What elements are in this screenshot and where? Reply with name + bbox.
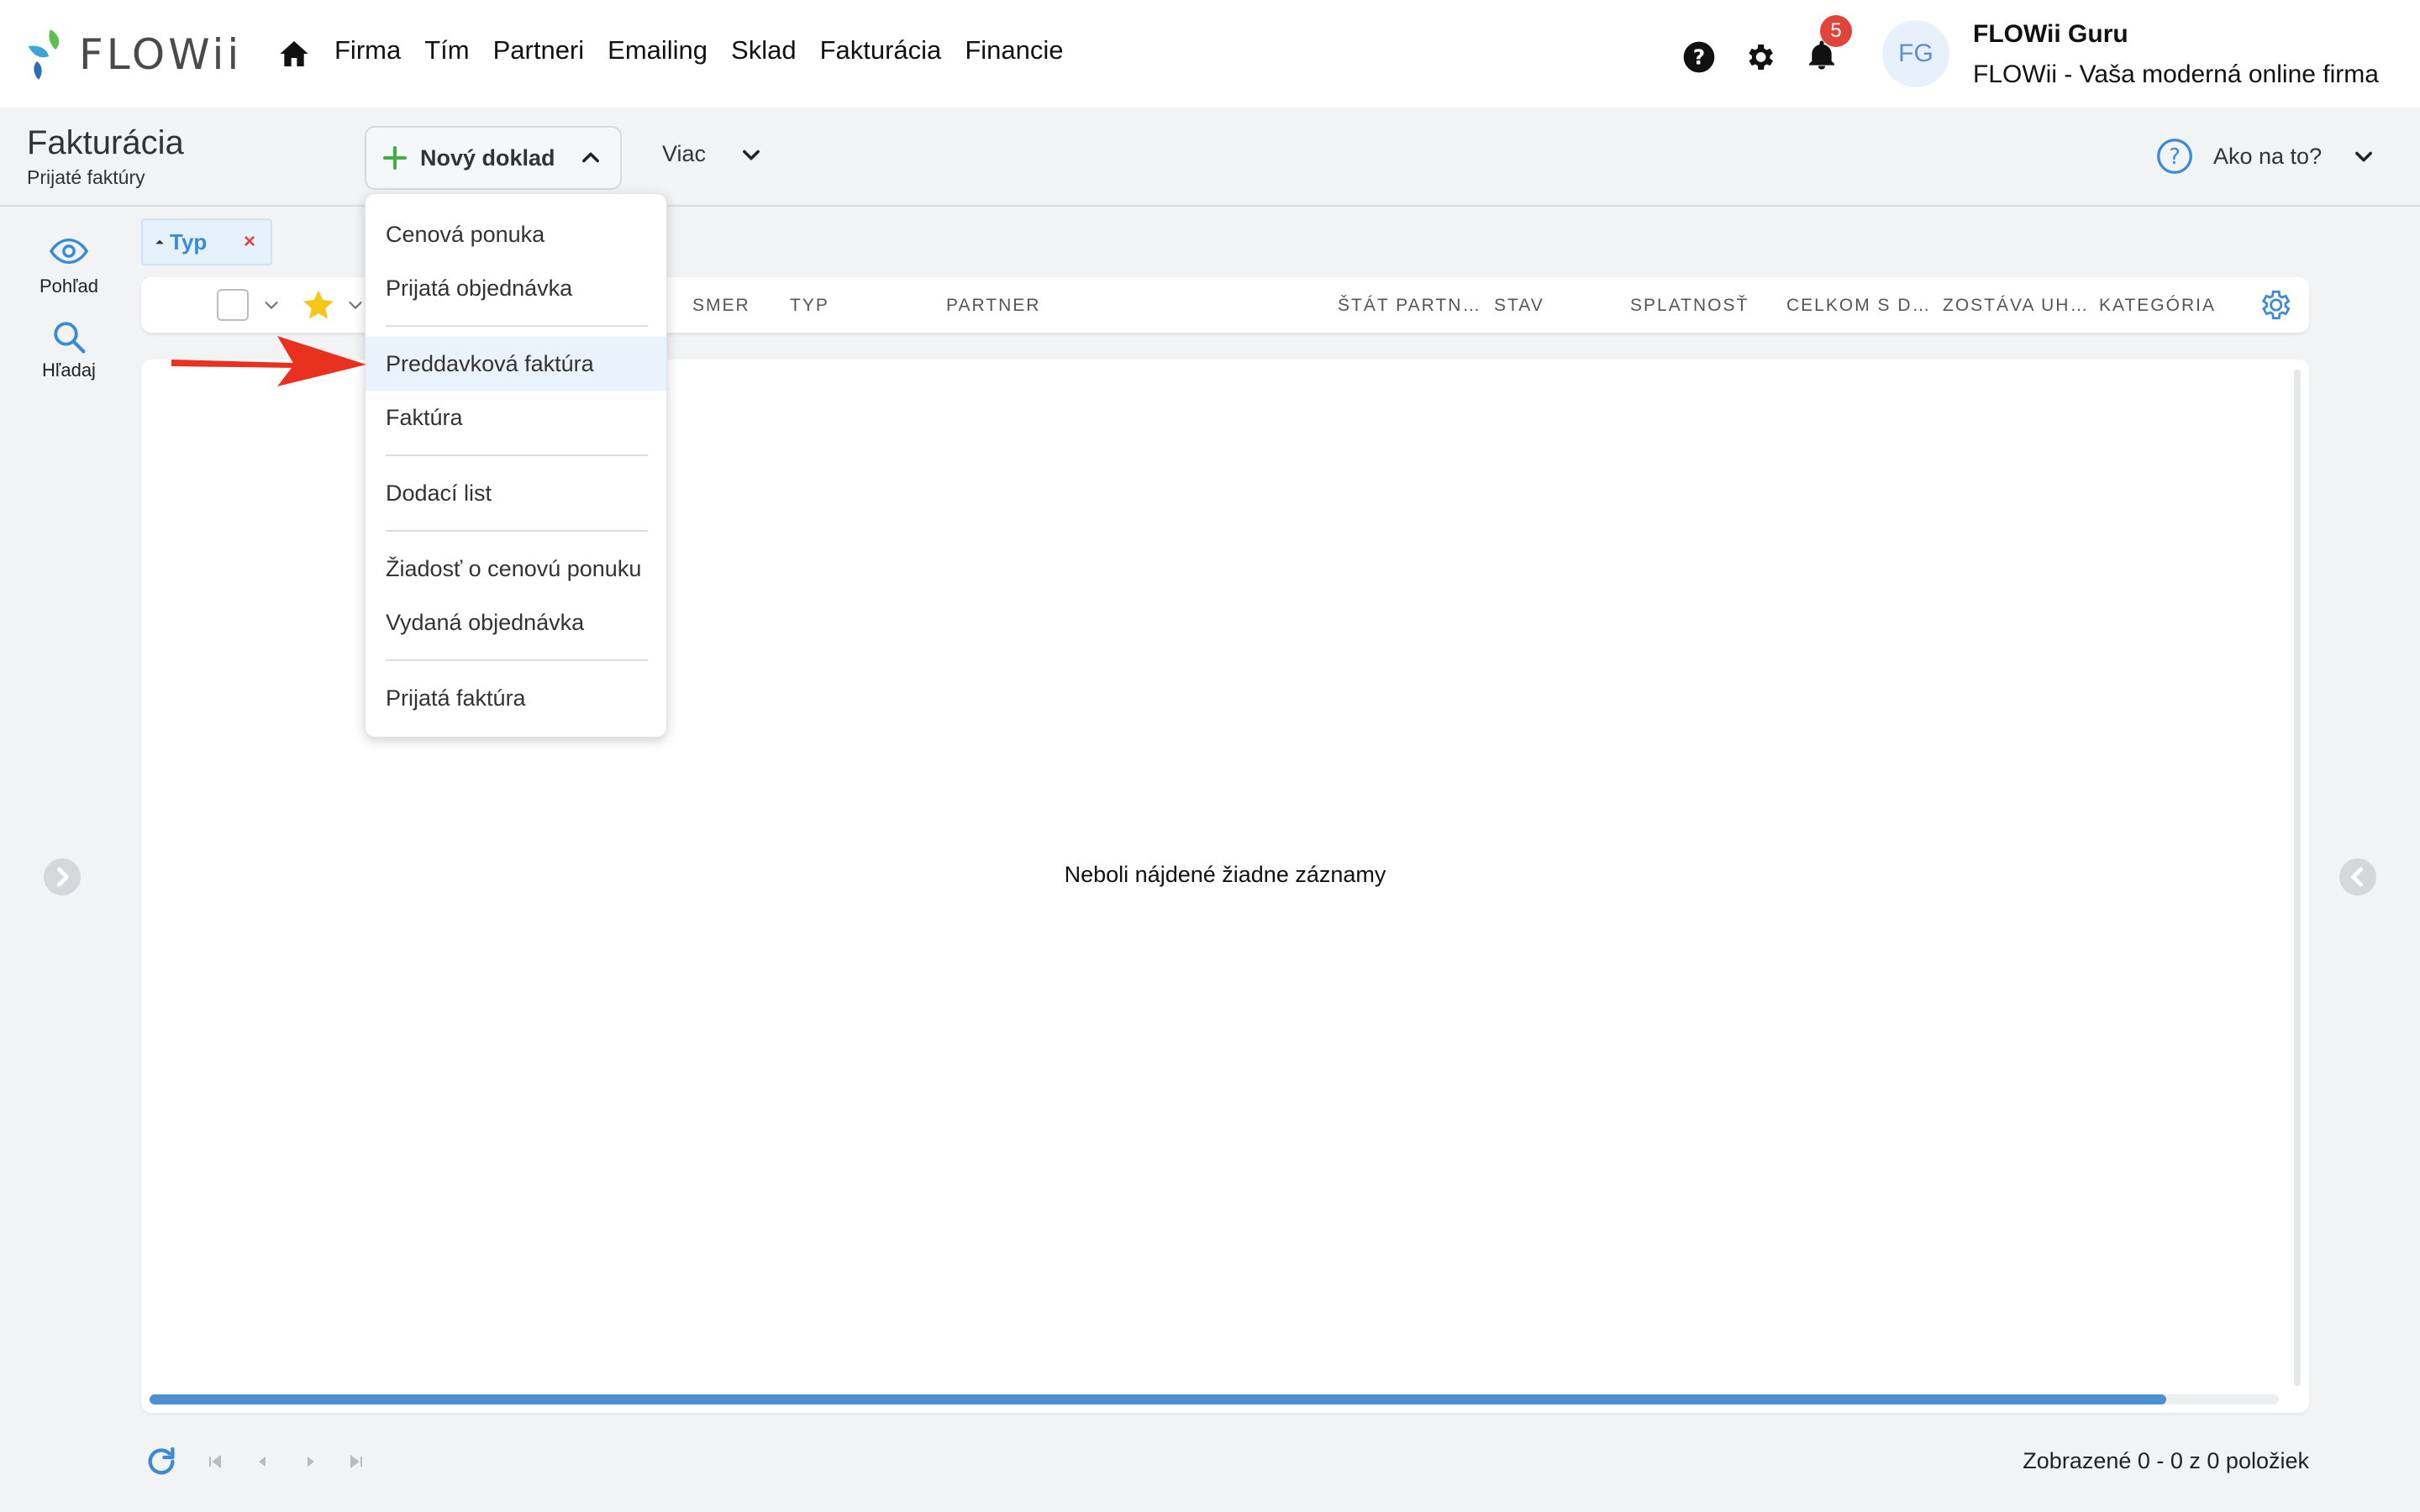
column-header-kategoria[interactable]: KATEGÓRIA [2099,296,2216,316]
notification-badge: 5 [1820,15,1852,47]
brand-name: FLOWii [79,30,243,79]
column-header-partner[interactable]: PARTNER [946,296,1040,316]
column-header-stat-partnera[interactable]: ŠTÁT PARTN… [1338,296,1481,316]
sort-up-icon [155,239,164,244]
last-page-icon[interactable] [348,1453,365,1470]
question-circle-icon: ? [2157,139,2192,174]
plus-icon [383,146,407,170]
help-link[interactable]: ? Ako na to? [2156,138,2375,175]
search-icon [54,322,86,354]
menu-item-cenova-ponuka[interactable]: Cenová ponuka [366,207,666,261]
menu-item-prijata-faktura[interactable]: Prijatá faktúra [366,671,666,725]
menu-divider [386,530,648,532]
svg-text:?: ? [1693,45,1706,69]
new-document-label: Nový doklad [420,144,555,171]
eye-icon [49,238,89,265]
menu-divider [386,659,648,661]
page-header: Fakturácia Prijaté faktúry Nový doklad V… [0,108,2420,207]
nav-item-fakturacia[interactable]: Fakturácia [820,35,942,66]
avatar[interactable]: FG [1882,20,1949,87]
filter-chip-label: Typ [170,228,208,255]
menu-item-dodaci-list[interactable]: Dodací list [366,466,666,520]
previous-page-icon[interactable] [254,1453,271,1470]
star-icon[interactable] [301,287,336,323]
expand-right-panel-button[interactable] [2339,858,2376,895]
nav-item-firma[interactable]: Firma [334,35,401,66]
new-document-dropdown: Cenová ponuka Prijatá objednávka Preddav… [365,193,667,738]
rail-search-label: Hľadaj [42,360,96,381]
chevron-right-icon [56,867,69,887]
new-document-button[interactable]: Nový doklad [365,126,622,190]
column-header-typ[interactable]: TYP [790,296,829,316]
column-settings-gear-icon[interactable] [2257,287,2292,323]
more-button[interactable]: Viac [662,141,763,167]
vertical-scrollbar[interactable] [2294,370,2301,1386]
more-label: Viac [662,141,707,166]
home-icon[interactable] [277,37,311,71]
help-label: Ako na to? [2213,143,2323,169]
menu-item-vydana-objednavka[interactable]: Vydaná objednávka [366,596,666,649]
flowii-logo-icon [29,29,60,80]
column-header-smer[interactable]: SMER [692,296,750,316]
column-header-stav[interactable]: STAV [1494,296,1544,316]
svg-text:?: ? [2169,144,2181,170]
page-title: Fakturácia [27,124,184,161]
empty-state-message: Neboli nájdené žiadne záznamy [1064,862,1386,887]
rail-view-button[interactable]: Pohľad [25,232,113,297]
nav-item-sklad[interactable]: Sklad [731,35,797,66]
filter-chip-typ[interactable]: Typ × [141,218,272,265]
column-header-splatnost[interactable]: SPLATNOSŤ [1630,296,1749,316]
chevron-down-icon [743,150,760,160]
nav-item-financie[interactable]: Financie [965,35,1063,66]
help-icon[interactable]: ? [1682,40,1716,74]
next-page-icon[interactable] [302,1453,319,1470]
expand-left-panel-button[interactable] [44,858,81,895]
menu-divider [386,454,648,456]
chevron-down-icon[interactable] [262,296,281,314]
nav-item-partneri[interactable]: Partneri [493,35,585,66]
page-subtitle: Prijaté faktúry [27,166,145,188]
nav-item-tim[interactable]: Tím [424,35,469,66]
menu-divider [386,325,648,327]
remove-filter-icon[interactable]: × [244,230,255,254]
horizontal-scrollbar[interactable] [150,1394,2279,1404]
nav-item-emailing[interactable]: Emailing [608,35,708,66]
pagination-info: Zobrazené 0 - 0 z 0 položiek [2023,1448,2309,1473]
chevron-down-icon[interactable] [346,296,365,314]
rail-search-button[interactable]: Hľadaj [25,319,113,381]
annotation-arrow-icon [171,336,366,386]
user-company: FLOWii - Vaša moderná online firma [1973,60,2379,88]
gear-icon[interactable] [1743,40,1776,74]
top-nav: FLOWii Firma Tím Partneri Emailing Sklad… [0,0,2420,108]
user-name[interactable]: FLOWii Guru [1973,20,2128,49]
menu-item-ziadost-o-cenovu-ponuku[interactable]: Žiadosť o cenovú ponuku [366,542,666,596]
horizontal-scrollbar-thumb[interactable] [150,1394,2166,1404]
brand-logo[interactable]: FLOWii [25,25,242,84]
rail-view-label: Pohľad [39,276,99,297]
menu-item-prijata-objednavka[interactable]: Prijatá objednávka [366,261,666,315]
select-all-checkbox[interactable] [217,289,249,321]
chevron-left-icon [2351,867,2364,887]
chevron-up-icon [581,152,599,163]
menu-item-preddavkova-faktura[interactable]: Preddavková faktúra [366,337,666,391]
main-menu: Firma Tím Partneri Emailing Sklad Faktur… [334,35,1087,66]
chevron-down-icon [2355,151,2373,162]
column-header-zostava[interactable]: ZOSTÁVA UH… [1943,296,2089,316]
menu-item-faktura[interactable]: Faktúra [366,391,666,444]
first-page-icon[interactable] [207,1453,224,1470]
refresh-icon[interactable] [145,1445,178,1478]
column-header-celkom[interactable]: CELKOM S D… [1786,296,1932,316]
